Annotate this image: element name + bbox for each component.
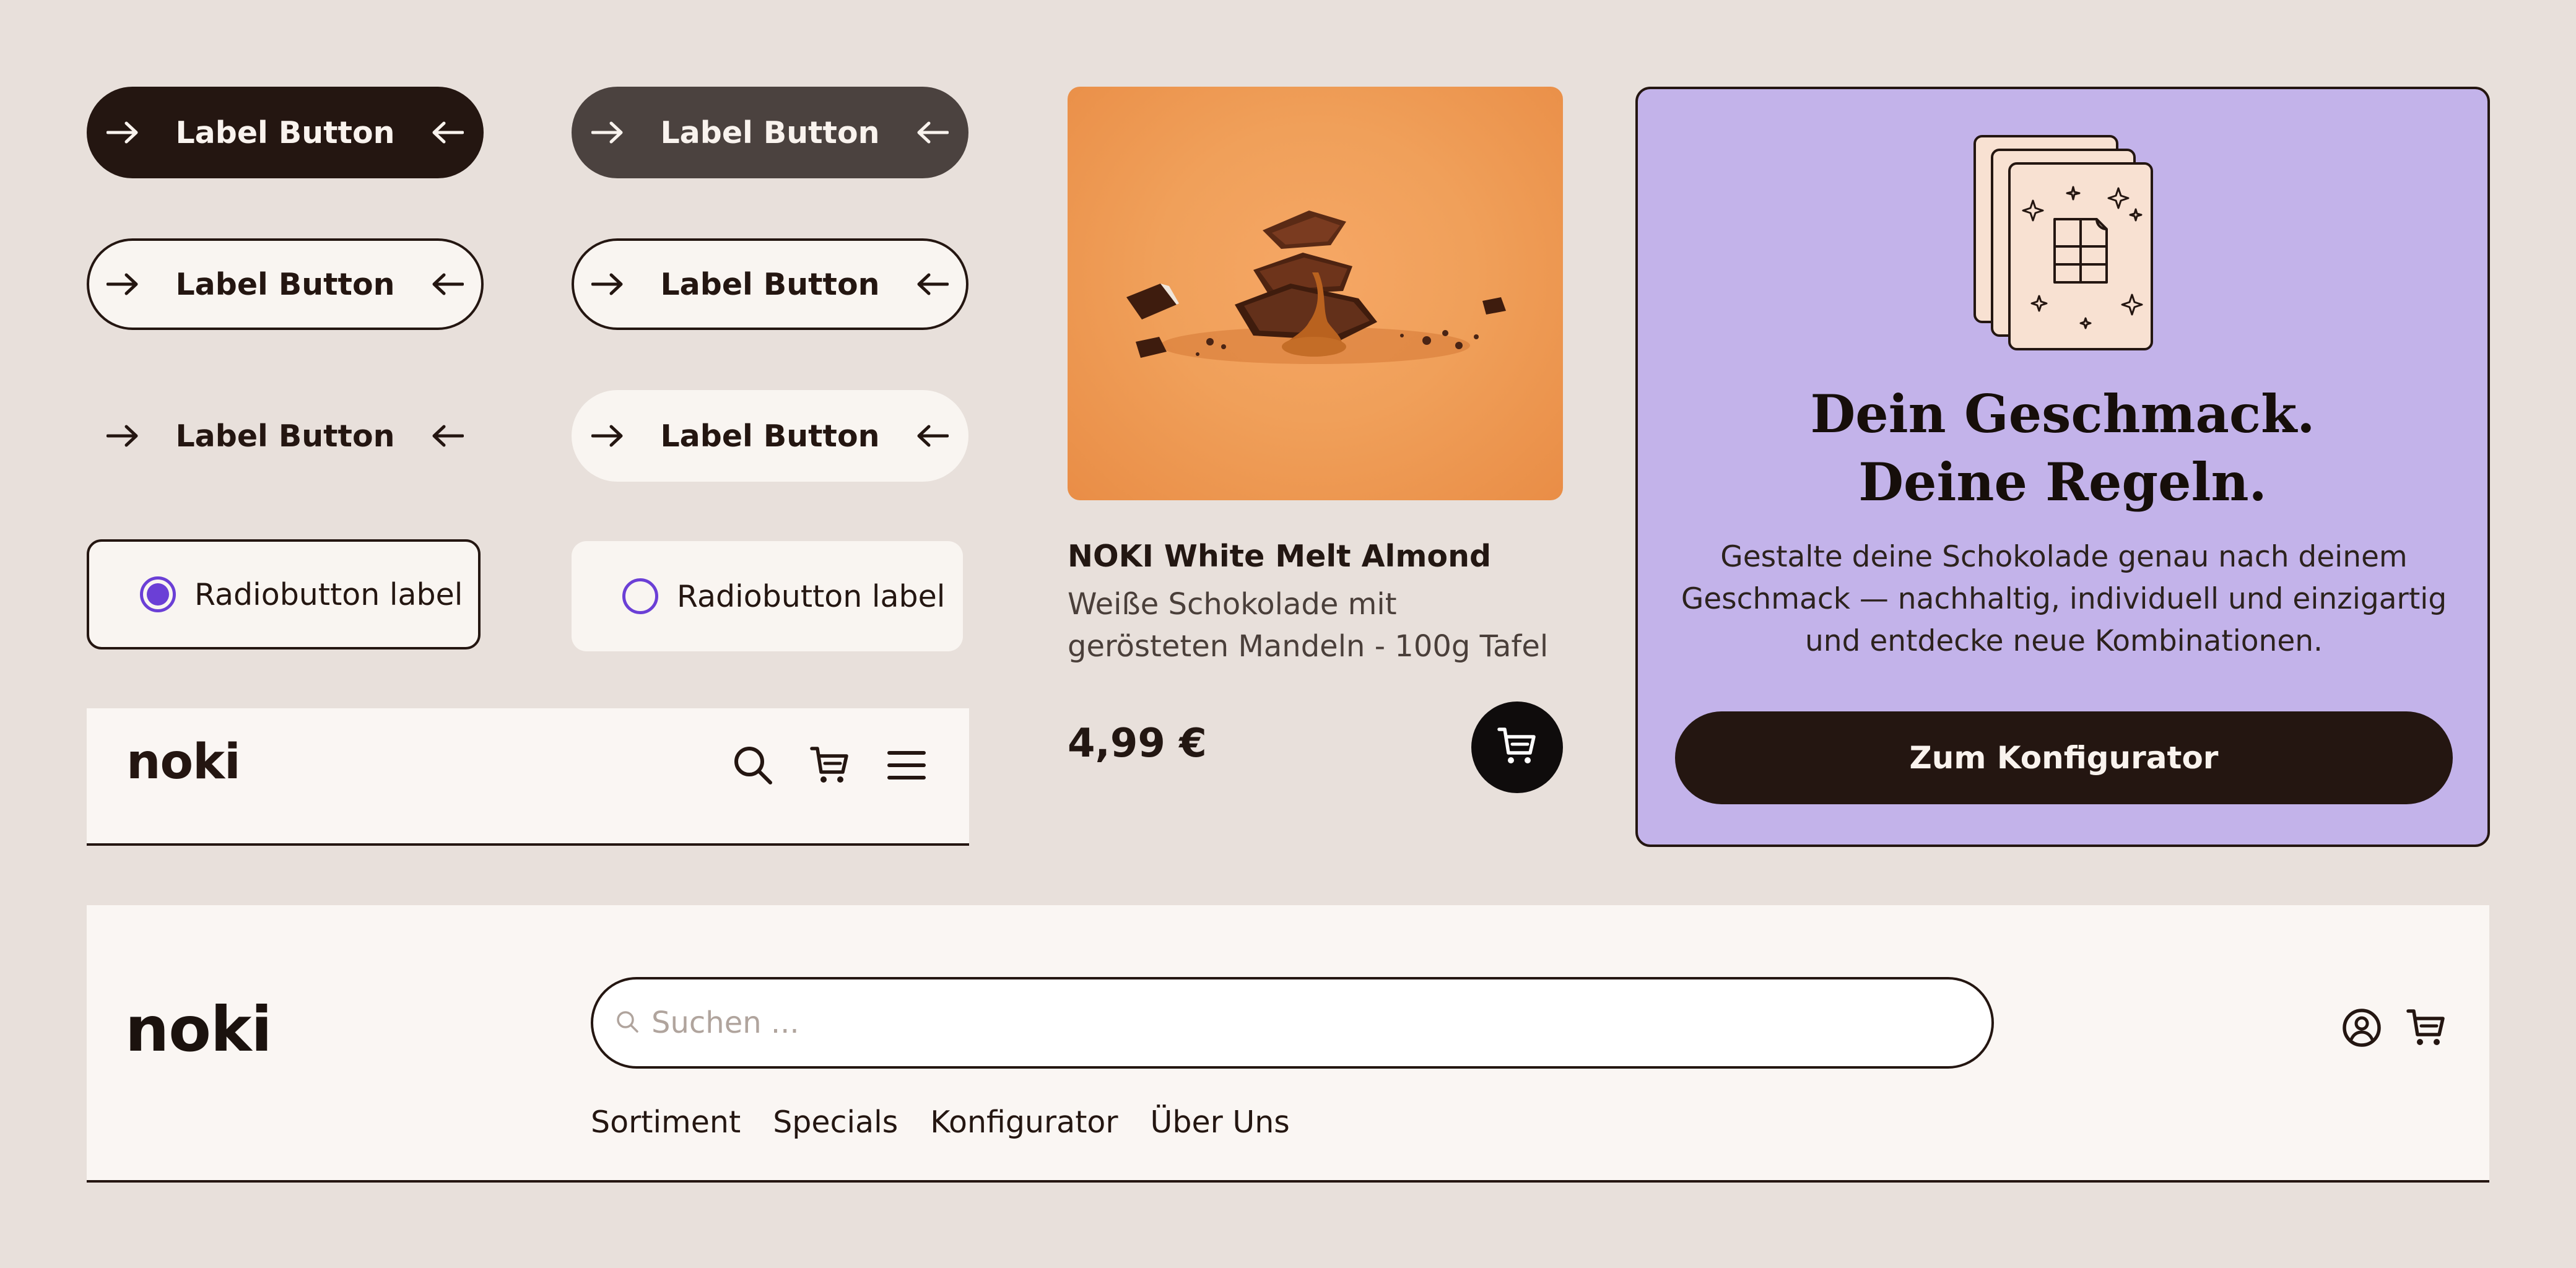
button-label: Label Button [660,418,880,454]
cart-icon [1497,726,1538,769]
button-label: Label Button [660,115,880,150]
user-icon[interactable] [2337,1003,2387,1053]
promo-text: Gestalte deine Schokolade genau nach dei… [1681,540,2447,658]
arrow-right-icon [588,423,627,448]
button-label: Label Button [175,266,395,302]
brand-logo[interactable]: noki [125,993,272,1066]
ghost-label-button[interactable]: Label Button [87,390,484,482]
radio-option-selected[interactable]: Radiobutton label [87,539,481,649]
arrow-left-icon [913,272,952,297]
product-price: 4,99 € [1068,721,1207,766]
soft-label-button[interactable]: Label Button [572,390,968,482]
cart-icon[interactable] [2401,1003,2451,1053]
cart-icon[interactable] [805,740,855,790]
arrow-left-icon [913,423,952,448]
product-description: Weiße Schokolade mit gerösteten Mandeln … [1068,587,1549,664]
radio-label: Radiobutton label [194,576,463,612]
add-to-cart-button[interactable] [1471,701,1563,793]
radio-option-unselected[interactable]: Radiobutton label [572,541,963,651]
arrow-right-icon [103,423,142,448]
arrow-right-icon [103,120,142,145]
outline-label-button[interactable]: Label Button [87,238,484,330]
product-image[interactable] [1068,87,1563,500]
arrow-right-icon [588,120,627,145]
search-icon [616,1010,639,1036]
promo-title: Dein Geschmack. Deine Regeln. [1810,383,2315,513]
main-nav: Sortiment Specials Konfigurator Über Uns [591,1105,1290,1140]
nav-link-sortiment[interactable]: Sortiment [591,1105,741,1140]
button-label: Label Button [660,266,880,302]
configurator-promo-card: Dein Geschmack. Deine Regeln. Gestalte de… [1635,87,2490,847]
nav-link-specials[interactable]: Specials [773,1105,898,1140]
secondary-label-button[interactable]: Label Button [572,87,968,178]
mobile-navbar: noki [87,708,969,846]
button-label: Label Button [175,115,395,150]
brand-logo[interactable]: noki [126,734,241,790]
nav-link-ueber-uns[interactable]: Über Uns [1151,1105,1290,1140]
product-name[interactable]: NOKI White Melt Almond [1068,539,1491,574]
radio-unchecked-icon [622,578,658,614]
search-bar[interactable] [591,977,1994,1069]
search-icon[interactable] [728,740,778,790]
menu-icon[interactable] [882,740,931,790]
arrow-right-icon [588,272,627,297]
search-input[interactable] [650,1005,1991,1041]
arrow-left-icon [429,423,467,448]
configurator-button[interactable]: Zum Konfigurator [1675,711,2453,804]
outline-label-button-alt[interactable]: Label Button [572,238,968,330]
chocolate-bar-icon [1971,132,2157,358]
arrow-left-icon [913,120,952,145]
nav-link-konfigurator[interactable]: Konfigurator [930,1105,1118,1140]
desktop-header: noki Sortiment Specials Konfigurator Übe… [87,905,2489,1183]
arrow-left-icon [429,272,467,297]
button-label: Label Button [175,418,395,454]
arrow-right-icon [103,272,142,297]
radio-label: Radiobutton label [677,578,946,614]
arrow-left-icon [429,120,467,145]
radio-checked-icon [140,576,176,612]
primary-label-button[interactable]: Label Button [87,87,484,178]
